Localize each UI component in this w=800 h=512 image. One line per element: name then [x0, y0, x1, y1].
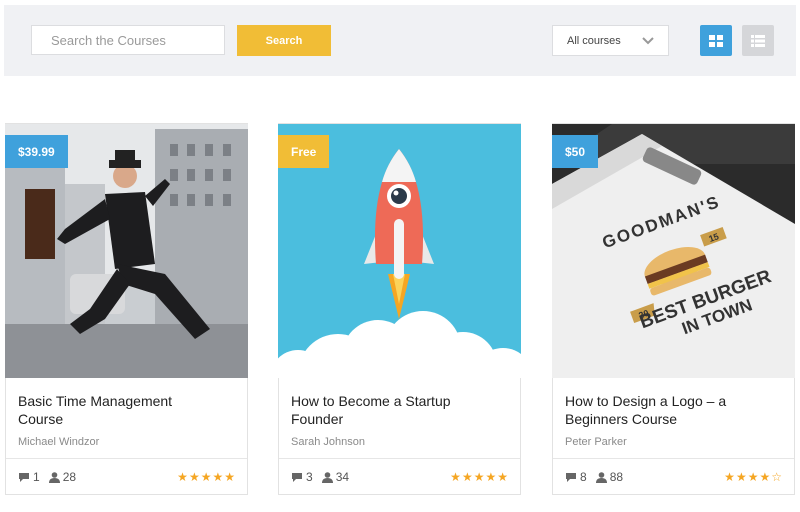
course-title[interactable]: Basic Time Management Course [18, 392, 218, 428]
search-input[interactable] [31, 25, 225, 55]
star-outline-icon: ☆ [771, 470, 782, 484]
students-count: 88 [595, 470, 623, 484]
star-icon: ★ [177, 470, 188, 484]
comment-icon [292, 472, 302, 482]
rating-stars: ★ ★ ★ ★ ★ [450, 471, 508, 483]
star-icon: ★ [212, 470, 224, 484]
course-author[interactable]: Peter Parker [565, 436, 627, 448]
star-icon: ★ [224, 470, 235, 484]
star-icon: ★ [188, 470, 200, 484]
course-title[interactable]: How to Become a Startup Founder [291, 392, 491, 428]
price-badge: Free [278, 135, 330, 168]
grid-icon [709, 34, 723, 47]
star-icon: ★ [497, 470, 508, 484]
star-icon: ★ [473, 470, 485, 484]
price-badge: $39.99 [5, 135, 68, 168]
comments-count: 1 [18, 470, 40, 484]
card-footer: 1 28 ★ ★ ★ ★ ★ [6, 458, 247, 495]
course-card[interactable]: Free How to Become a Startup Founder Sar… [278, 123, 521, 495]
star-icon: ★ [735, 470, 747, 484]
list-icon [751, 34, 765, 47]
star-icon: ★ [747, 470, 759, 484]
course-title[interactable]: How to Design a Logo – a Beginners Cours… [565, 392, 765, 428]
list-view-button[interactable] [742, 25, 774, 56]
chevron-down-icon [642, 36, 654, 44]
course-card[interactable]: GOODMAN'S 20 15 BEST BURGER IN TOWN $50 … [552, 123, 795, 495]
course-author[interactable]: Sarah Johnson [291, 436, 365, 448]
user-icon [48, 471, 60, 483]
rating-stars: ★ ★ ★ ★ ☆ [724, 471, 782, 483]
comments-count: 8 [565, 470, 587, 484]
course-filter-select[interactable]: All courses [552, 25, 669, 56]
students-count: 34 [321, 470, 349, 484]
card-footer: 8 88 ★ ★ ★ ★ ☆ [553, 458, 794, 495]
students-count: 28 [48, 470, 76, 484]
star-icon: ★ [759, 470, 771, 484]
course-author[interactable]: Michael Windzor [18, 436, 99, 448]
star-icon: ★ [461, 470, 473, 484]
course-filter-value: All courses [567, 34, 621, 47]
comments-count: 3 [291, 470, 313, 484]
star-icon: ★ [724, 470, 735, 484]
star-icon: ★ [450, 470, 461, 484]
price-badge: $50 [552, 135, 599, 168]
grid-view-button[interactable] [700, 25, 732, 56]
comment-icon [19, 472, 29, 482]
search-button[interactable]: Search [237, 25, 331, 56]
user-icon [595, 471, 607, 483]
star-icon: ★ [200, 470, 212, 484]
card-footer: 3 34 ★ ★ ★ ★ ★ [279, 458, 520, 495]
filter-bar: Search All courses [4, 5, 796, 76]
star-icon: ★ [485, 470, 497, 484]
comment-icon [566, 472, 576, 482]
rating-stars: ★ ★ ★ ★ ★ [177, 471, 235, 483]
user-icon [321, 471, 333, 483]
course-card[interactable]: $39.99 Basic Time Management Course Mich… [5, 123, 248, 495]
